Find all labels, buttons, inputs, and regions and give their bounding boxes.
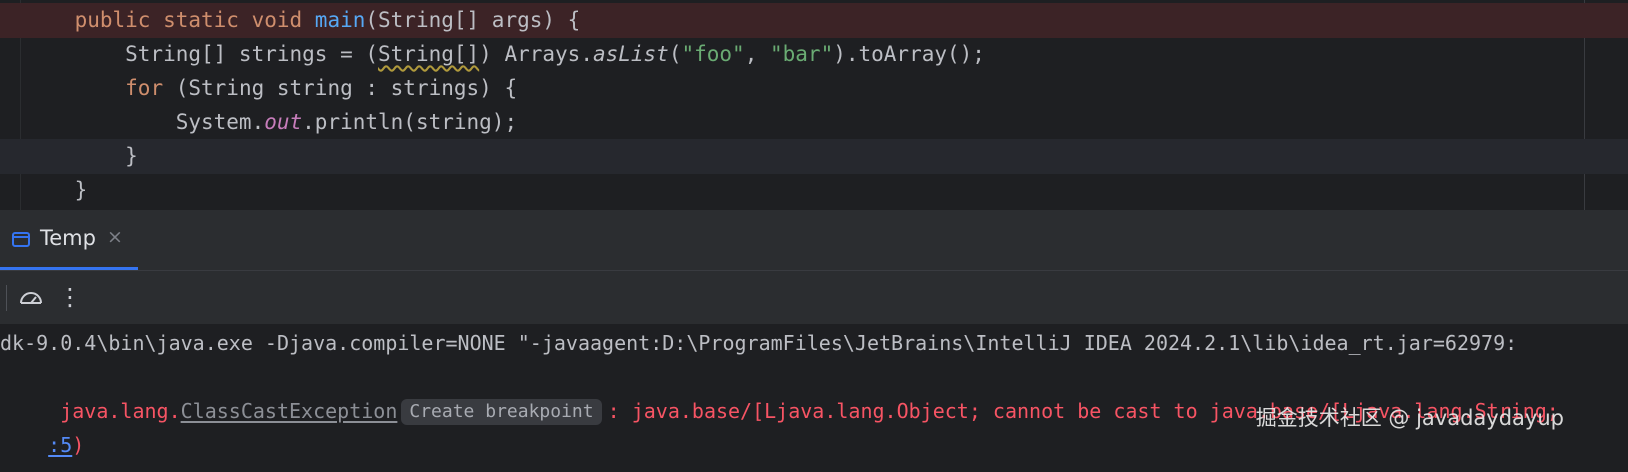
console-icon: [12, 232, 30, 247]
code-token: main: [314, 8, 366, 32]
code-line: public static void main(String[] args) {: [0, 3, 1628, 38]
code-text: }: [24, 139, 138, 174]
code-token: ,: [744, 42, 770, 66]
code-text: }: [24, 173, 88, 208]
code-token: ).toArray();: [833, 42, 985, 66]
code-token: "foo": [681, 42, 745, 66]
tab-temp[interactable]: Temp ×: [0, 210, 138, 270]
tab-title: Temp: [40, 226, 96, 250]
code-text: System.out.println(string);: [24, 105, 517, 140]
code-token: out: [264, 110, 303, 134]
code-line: }: [0, 173, 1628, 208]
toolbar-divider: [6, 285, 7, 311]
watermark: 掘金技术社区 @ javadaydayup: [1255, 406, 1564, 430]
code-text: for (String string : strings) {: [24, 71, 517, 106]
code-token: .println(string);: [302, 110, 518, 134]
code-token: }: [24, 178, 88, 202]
code-token: String[] strings = (: [24, 42, 379, 66]
code-line: System.out.println(string);: [0, 105, 1628, 140]
code-token: String[]: [378, 42, 480, 66]
code-token: System.: [24, 110, 265, 134]
code-editor[interactable]: public static void main(String[] args) {…: [0, 0, 1628, 210]
code-token: for: [125, 76, 164, 100]
code-token: (String[] args) {: [365, 8, 581, 32]
code-token: ) Arrays.: [479, 42, 593, 66]
code-token: public static void: [74, 8, 315, 32]
code-text: String[] strings = (String[]) Arrays.asL…: [24, 37, 985, 72]
stacktrace-suffix: ): [72, 433, 85, 457]
code-line: String[] strings = (String[]) Arrays.asL…: [0, 37, 1628, 72]
console-output[interactable]: dk-9.0.4\bin\java.exe -Djava.compiler=NO…: [0, 324, 1628, 472]
code-token: }: [24, 144, 138, 168]
more-options-icon[interactable]: ⋮: [58, 281, 82, 313]
stacktrace-source-link[interactable]: :5: [48, 433, 72, 457]
run-tool-window-header: Temp ×: [0, 210, 1628, 270]
code-token: asList: [592, 42, 669, 66]
profiler-gauge-icon[interactable]: [18, 285, 44, 311]
code-line: for (String string : strings) {: [0, 71, 1628, 106]
code-token: (: [668, 42, 682, 66]
code-line: }: [0, 139, 1628, 174]
code-token: "bar": [770, 42, 834, 66]
code-text: public static void main(String[] args) {: [24, 3, 581, 38]
console-exception-line: java.lang.ClassCastException Create break…: [0, 360, 1628, 425]
console-command-line: dk-9.0.4\bin\java.exe -Djava.compiler=NO…: [0, 331, 1518, 355]
code-token: (String string : strings) {: [163, 76, 518, 100]
run-toolbar: ⋮: [0, 270, 1628, 324]
close-icon[interactable]: ×: [107, 226, 123, 248]
